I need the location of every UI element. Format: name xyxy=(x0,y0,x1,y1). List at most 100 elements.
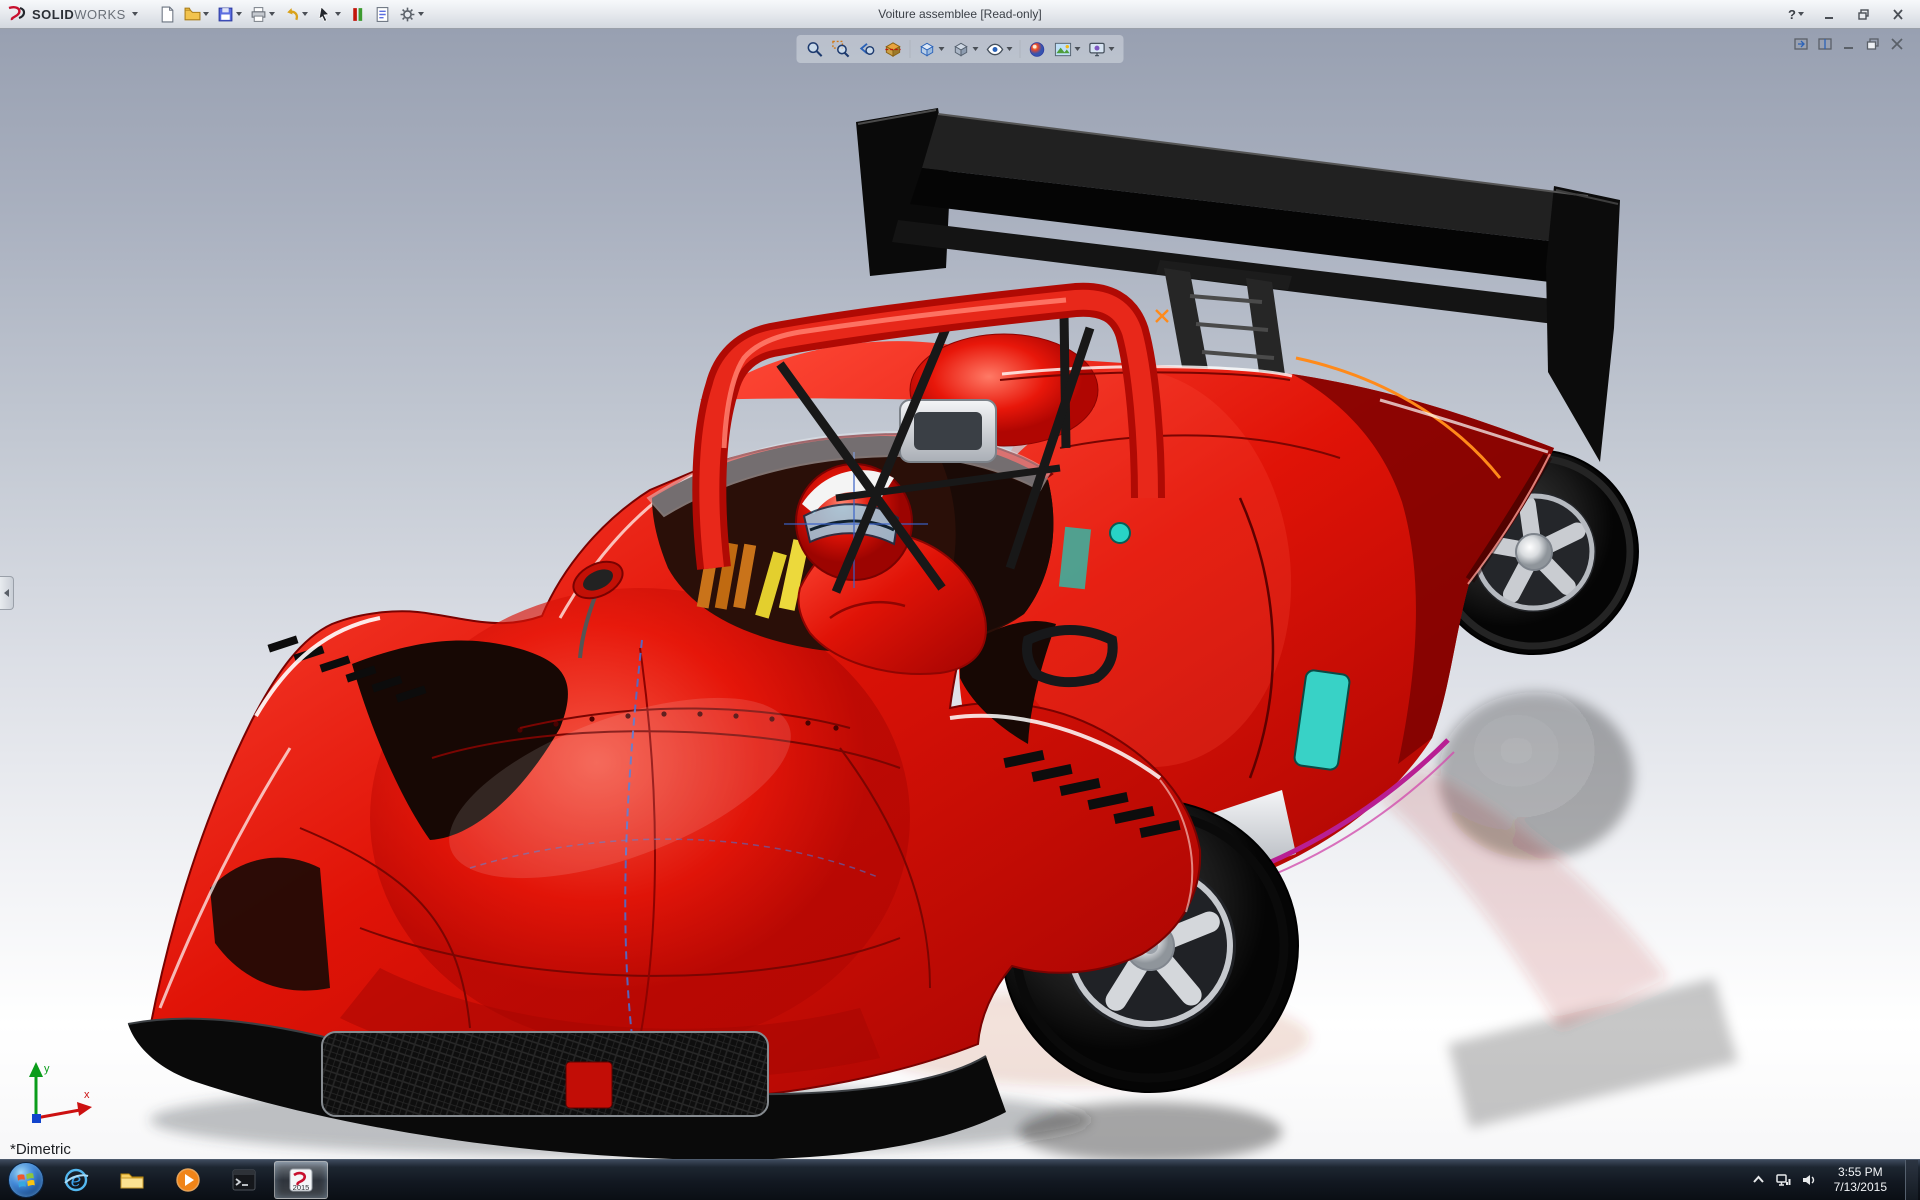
new-document-button[interactable] xyxy=(156,2,179,26)
print-caret[interactable] xyxy=(269,12,275,16)
help-caret[interactable] xyxy=(1798,12,1804,16)
hide-show-items-button[interactable] xyxy=(983,37,1016,61)
clock-date: 7/13/2015 xyxy=(1834,1180,1887,1195)
save-button[interactable] xyxy=(214,2,245,26)
undo-icon xyxy=(283,6,300,23)
minimize-button[interactable] xyxy=(1816,4,1844,24)
options-gear-icon xyxy=(399,6,416,23)
zoom-to-fit-icon xyxy=(806,40,825,59)
hidden-icons-caret-icon xyxy=(1751,1173,1766,1187)
view-orientation-caret[interactable] xyxy=(939,47,945,51)
system-tray: 3:55 PM 7/13/2015 xyxy=(1751,1160,1920,1200)
undo-button[interactable] xyxy=(280,2,311,26)
open-button[interactable] xyxy=(181,2,212,26)
taskbar-clock[interactable]: 3:55 PM 7/13/2015 xyxy=(1826,1165,1895,1195)
appearance-ball-icon xyxy=(1028,40,1047,59)
save-caret[interactable] xyxy=(236,12,242,16)
menu-flyout-caret[interactable] xyxy=(132,12,138,16)
svg-text:2015: 2015 xyxy=(293,1183,310,1192)
internet-explorer-button[interactable]: e xyxy=(50,1162,102,1198)
flyout-arrow-icon xyxy=(4,589,9,597)
expand-panes-icon xyxy=(1794,38,1808,50)
file-properties-icon xyxy=(374,6,391,23)
triad-y-arrow xyxy=(29,1062,43,1077)
display-style-caret[interactable] xyxy=(973,47,979,51)
start-button[interactable] xyxy=(8,1162,44,1198)
zoom-to-area-icon xyxy=(832,40,851,59)
apply-scene-icon xyxy=(1054,40,1073,59)
file-properties-button[interactable] xyxy=(371,2,394,26)
previous-view-icon xyxy=(858,40,877,59)
open-folder-icon xyxy=(184,6,201,23)
help-button[interactable]: ? xyxy=(1782,4,1810,24)
restore-icon xyxy=(1858,9,1870,20)
main-toolbar xyxy=(146,2,427,26)
close-document-icon xyxy=(1890,38,1904,50)
undo-caret[interactable] xyxy=(302,12,308,16)
select-button[interactable] xyxy=(313,2,344,26)
reference-triad[interactable]: y x xyxy=(14,1054,106,1136)
featuremanager-flyout-tab[interactable] xyxy=(0,576,14,610)
options-button[interactable] xyxy=(396,2,427,26)
section-view-button[interactable] xyxy=(881,37,906,61)
view-orientation-button[interactable] xyxy=(915,37,948,61)
view-settings-caret[interactable] xyxy=(1109,47,1115,51)
close-icon xyxy=(1892,9,1904,20)
command-window-button[interactable] xyxy=(218,1162,270,1198)
apply-scene-button[interactable] xyxy=(1051,37,1084,61)
minimize-document-button[interactable] xyxy=(1840,36,1858,51)
solidworks-window: SOLIDWORKS xyxy=(0,0,1920,1200)
rebuild-button[interactable] xyxy=(346,2,369,26)
rebuild-icon xyxy=(349,6,366,23)
triad-y-label: y xyxy=(44,1063,50,1075)
headsup-separator xyxy=(1020,40,1021,58)
restore-button[interactable] xyxy=(1850,4,1878,24)
triad-x-label: x xyxy=(84,1089,90,1101)
internet-explorer-icon: e xyxy=(62,1166,90,1194)
model-race-car[interactable] xyxy=(0,28,1920,1160)
hide-show-caret[interactable] xyxy=(1007,47,1013,51)
minimize-icon xyxy=(1824,9,1836,20)
edit-appearance-button[interactable] xyxy=(1025,37,1050,61)
tow-hook-panel xyxy=(566,1062,612,1108)
zoom-to-fit-button[interactable] xyxy=(803,37,828,61)
folder-icon xyxy=(118,1166,146,1194)
apply-scene-caret[interactable] xyxy=(1075,47,1081,51)
solidworks-taskbar-button[interactable]: 2015 xyxy=(274,1161,328,1199)
volume-tray-icon[interactable] xyxy=(1801,1173,1816,1187)
select-caret[interactable] xyxy=(335,12,341,16)
view-orientation-label: *Dimetric xyxy=(10,1141,71,1158)
graphics-area[interactable]: y x *Dimetric xyxy=(0,28,1920,1160)
print-button[interactable] xyxy=(247,2,278,26)
titlebar[interactable]: SOLIDWORKS xyxy=(0,0,1920,29)
save-icon xyxy=(217,6,234,23)
display-style-icon xyxy=(952,40,971,59)
windows-explorer-button[interactable] xyxy=(106,1162,158,1198)
split-view-button[interactable] xyxy=(1816,36,1834,51)
network-icon xyxy=(1776,1173,1791,1187)
show-desktop-button[interactable] xyxy=(1905,1160,1918,1200)
network-tray-icon[interactable] xyxy=(1776,1173,1791,1187)
previous-view-button[interactable] xyxy=(855,37,880,61)
hidden-icons-button[interactable] xyxy=(1751,1173,1766,1187)
windows-flag-icon xyxy=(17,1172,35,1188)
dash-cyan-button xyxy=(1110,523,1130,543)
solidworks-logo-icon xyxy=(6,5,28,23)
view-orientation-cube-icon xyxy=(918,40,937,59)
open-caret[interactable] xyxy=(203,12,209,16)
viewport-pane-controls xyxy=(1792,36,1906,51)
volume-icon xyxy=(1801,1173,1816,1187)
zoom-to-area-button[interactable] xyxy=(829,37,854,61)
view-settings-button[interactable] xyxy=(1085,37,1118,61)
expand-panes-button[interactable] xyxy=(1792,36,1810,51)
triad-x-arrow xyxy=(77,1102,92,1116)
restore-document-button[interactable] xyxy=(1864,36,1882,51)
close-document-button[interactable] xyxy=(1888,36,1906,51)
clock-time: 3:55 PM xyxy=(1834,1165,1887,1180)
media-player-button[interactable] xyxy=(162,1162,214,1198)
close-button[interactable] xyxy=(1884,4,1912,24)
print-icon xyxy=(250,6,267,23)
display-style-button[interactable] xyxy=(949,37,982,61)
restore-document-icon xyxy=(1866,38,1880,50)
options-caret[interactable] xyxy=(418,12,424,16)
